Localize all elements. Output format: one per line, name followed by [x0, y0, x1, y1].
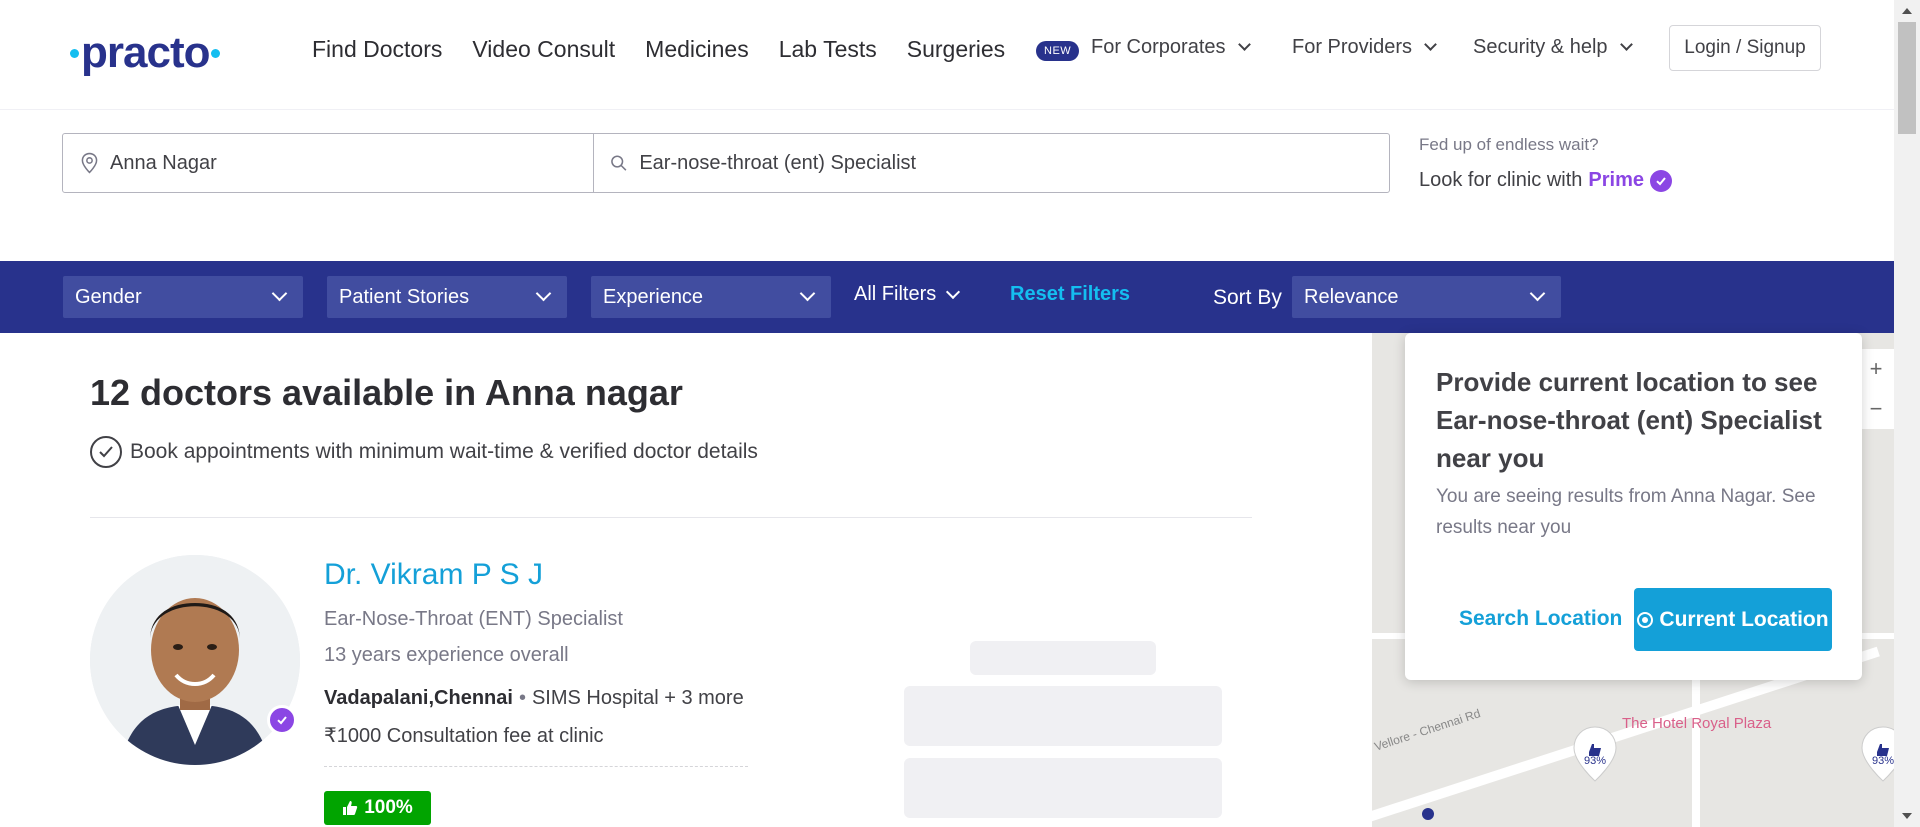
experience-filter[interactable]: Experience [591, 276, 831, 318]
chevron-down-icon [1424, 38, 1437, 51]
search-bar [62, 133, 1390, 193]
popup-subtitle: You are seeing results from Anna Nagar. … [1436, 486, 1816, 538]
query-search[interactable] [594, 134, 1389, 192]
doctor-clinic[interactable]: SIMS Hospital + 3 more [532, 687, 744, 709]
security-help-menu[interactable]: Security & help [1473, 36, 1633, 59]
for-providers-menu[interactable]: For Providers [1292, 36, 1437, 59]
new-badge: NEW [1036, 41, 1080, 61]
rating-value: 100% [364, 797, 413, 818]
prime-check-icon [1650, 169, 1672, 192]
top-header: practo Find Doctors Video Consult Medici… [0, 0, 1894, 110]
location-pin-icon [81, 152, 98, 174]
map-pin[interactable]: 93% [1860, 726, 1894, 782]
patient-stories-label: Patient Stories [339, 285, 470, 308]
sort-by-label: Sort By [1213, 286, 1282, 309]
chevron-down-icon [799, 285, 816, 301]
for-corporates-label: For Corporates [1091, 36, 1226, 58]
main-nav: Find Doctors Video Consult Medicines Lab… [312, 36, 1005, 63]
all-filters-label: All Filters [854, 283, 937, 305]
practo-page: practo Find Doctors Video Consult Medici… [0, 0, 1894, 827]
map-marker-dot [1422, 808, 1434, 820]
dashed-divider [324, 766, 748, 767]
rating-badge: 100% [324, 791, 431, 825]
location-input[interactable] [109, 151, 593, 175]
gender-filter-label: Gender [75, 285, 142, 308]
doctor-fee: ₹1000 Consultation fee at clinic [324, 725, 604, 747]
doctor-locality[interactable]: Vadapalani,Chennai [324, 687, 513, 709]
chevron-down-icon [1529, 285, 1546, 301]
scroll-up-arrow-icon[interactable] [1902, 8, 1912, 14]
results-heading: 12 doctors available in Anna nagar [90, 372, 683, 413]
experience-filter-label: Experience [603, 285, 704, 308]
thumbs-up-icon [343, 801, 358, 815]
doctor-avatar[interactable] [90, 555, 300, 765]
zoom-out-button[interactable]: − [1858, 389, 1894, 429]
loading-skeleton [970, 641, 1156, 675]
nav-video-consult[interactable]: Video Consult [472, 36, 615, 63]
prime-promo-line1: Fed up of endless wait? [1419, 135, 1599, 154]
doctor-experience: 13 years experience overall [324, 644, 569, 666]
current-location-button[interactable]: Current Location [1634, 588, 1832, 651]
gender-filter[interactable]: Gender [63, 276, 303, 318]
prime-promo-line2: Look for clinic with Prime [1419, 169, 1672, 192]
results-subtitle: Book appointments with minimum wait-time… [90, 436, 758, 468]
svg-text:93%: 93% [1872, 755, 1894, 767]
scroll-down-arrow-icon[interactable] [1902, 813, 1912, 819]
nav-find-doctors[interactable]: Find Doctors [312, 36, 442, 63]
doctor-specialty: Ear-Nose-Throat (ENT) Specialist [324, 608, 623, 630]
chevron-down-icon [271, 285, 288, 301]
map-road-label: Vellore - Chennai Rd [1372, 706, 1483, 754]
login-signup-button[interactable]: Login / Signup [1669, 25, 1821, 71]
prime-promo-text: Look for clinic with [1419, 169, 1583, 191]
nav-lab-tests[interactable]: Lab Tests [779, 36, 877, 63]
scroll-thumb[interactable] [1898, 22, 1916, 134]
practo-logo[interactable]: practo [68, 28, 222, 78]
nav-surgeries[interactable]: Surgeries [907, 36, 1005, 63]
check-circle-icon [90, 436, 122, 468]
loading-skeleton [904, 686, 1222, 746]
search-location-button[interactable]: Search Location [1459, 607, 1622, 631]
for-providers-label: For Providers [1292, 36, 1413, 58]
specialty-input[interactable] [639, 151, 1389, 175]
svg-text:93%: 93% [1584, 755, 1606, 767]
map-pin[interactable]: 93% [1572, 726, 1618, 782]
all-filters-button[interactable]: All Filters [854, 283, 961, 306]
current-location-label: Current Location [1659, 607, 1829, 631]
location-search[interactable] [63, 134, 594, 192]
loading-skeleton [904, 758, 1222, 818]
patient-stories-filter[interactable]: Patient Stories [327, 276, 567, 318]
security-help-label: Security & help [1473, 36, 1608, 58]
doctor-photo [90, 555, 300, 765]
verified-badge-icon [267, 705, 297, 735]
reset-filters-link[interactable]: Reset Filters [1010, 283, 1130, 306]
zoom-in-button[interactable]: + [1858, 349, 1894, 389]
prime-label: Prime [1588, 169, 1644, 191]
doctor-location: Vadapalani,Chennai • SIMS Hospital + 3 mor… [324, 687, 744, 709]
results-subtitle-text: Book appointments with minimum wait-time… [130, 440, 758, 463]
location-prompt-popup: Provide current location to see Ear-nose… [1405, 333, 1862, 680]
chevron-down-icon [1619, 38, 1633, 51]
sort-value: Relevance [1304, 285, 1399, 308]
doctor-name-link[interactable]: Dr. Vikram P S J [324, 558, 543, 592]
popup-title: Provide current location to see Ear-nose… [1436, 367, 1822, 473]
map-zoom-controls: + − [1858, 349, 1894, 429]
prime-promo[interactable]: Fed up of endless wait? Look for clinic … [1419, 135, 1672, 192]
divider [90, 517, 1252, 518]
filter-bar: Gender Patient Stories Experience All Fi… [0, 261, 1894, 333]
sort-select[interactable]: Relevance [1292, 276, 1561, 318]
locate-icon [1637, 611, 1654, 628]
chevron-down-icon [535, 285, 552, 301]
search-icon [611, 155, 627, 171]
page-scrollbar[interactable] [1894, 0, 1920, 827]
chevron-down-icon [1237, 38, 1251, 51]
for-corporates-menu[interactable]: For Corporates [1091, 36, 1251, 59]
map-poi-label: The Hotel Royal Plaza [1622, 715, 1772, 732]
chevron-down-icon [946, 284, 961, 299]
nav-medicines[interactable]: Medicines [645, 36, 749, 63]
